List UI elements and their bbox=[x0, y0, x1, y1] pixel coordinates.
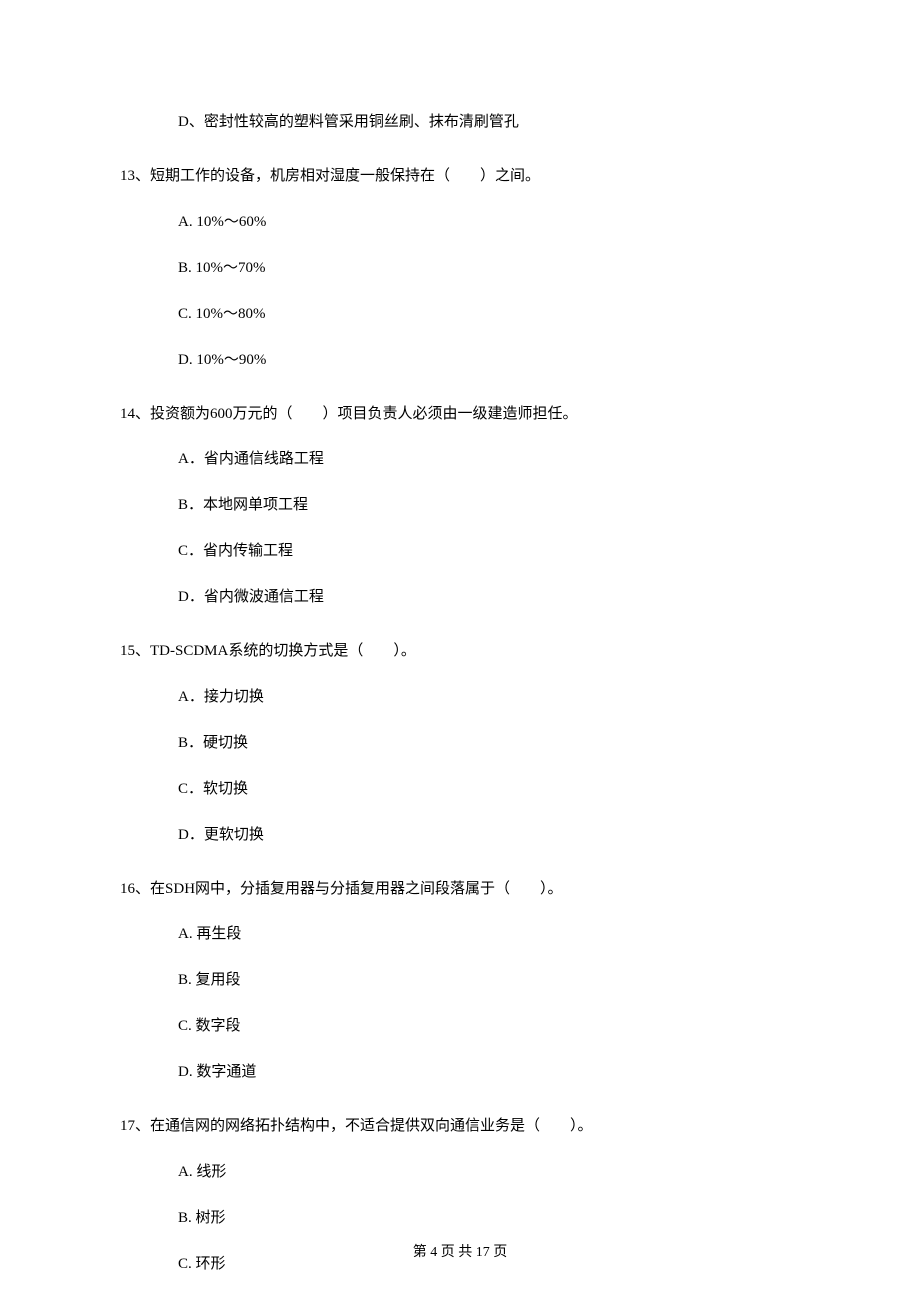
options-list: A．接力切换 B．硬切换 C．软切换 D．更软切换 bbox=[120, 685, 800, 847]
option-b: B. 复用段 bbox=[178, 968, 800, 992]
question-15: 15、TD-SCDMA系统的切换方式是（ ）。 A．接力切换 B．硬切换 C．软… bbox=[120, 639, 800, 847]
option-a: A. 10%～60% bbox=[178, 210, 800, 234]
option-c: C．省内传输工程 bbox=[178, 539, 800, 563]
question-number: 15、 bbox=[120, 643, 150, 659]
question-text: TD-SCDMA系统的切换方式是（ ）。 bbox=[150, 643, 416, 659]
question-stem: 17、在通信网的网络拓扑结构中，不适合提供双向通信业务是（ ）。 bbox=[120, 1114, 800, 1140]
question-text: 投资额为600万元的（ ）项目负责人必须由一级建造师担任。 bbox=[150, 406, 578, 422]
question-16: 16、在SDH网中，分插复用器与分插复用器之间段落属于（ ）。 A. 再生段 B… bbox=[120, 877, 800, 1085]
option-d: D. 10%～90% bbox=[178, 348, 800, 372]
page-footer: 第 4 页 共 17 页 bbox=[0, 1242, 920, 1264]
question-stem: 16、在SDH网中，分插复用器与分插复用器之间段落属于（ ）。 bbox=[120, 877, 800, 903]
option-d: D．更软切换 bbox=[178, 823, 800, 847]
orphan-option: D、密封性较高的塑料管采用铜丝刷、抹布清刷管孔 bbox=[120, 110, 800, 134]
question-text: 在通信网的网络拓扑结构中，不适合提供双向通信业务是（ ）。 bbox=[150, 1118, 593, 1134]
options-list: A. 再生段 B. 复用段 C. 数字段 D. 数字通道 bbox=[120, 922, 800, 1084]
option-a: A．省内通信线路工程 bbox=[178, 447, 800, 471]
option-a: A．接力切换 bbox=[178, 685, 800, 709]
question-number: 16、 bbox=[120, 881, 150, 897]
question-14: 14、投资额为600万元的（ ）项目负责人必须由一级建造师担任。 A．省内通信线… bbox=[120, 402, 800, 610]
question-text: 短期工作的设备，机房相对湿度一般保持在（ ）之间。 bbox=[150, 168, 540, 184]
option-b: B．硬切换 bbox=[178, 731, 800, 755]
question-number: 17、 bbox=[120, 1118, 150, 1134]
option-c: C. 数字段 bbox=[178, 1014, 800, 1038]
question-number: 14、 bbox=[120, 406, 150, 422]
option-d: D．省内微波通信工程 bbox=[178, 585, 800, 609]
page-content: D、密封性较高的塑料管采用铜丝刷、抹布清刷管孔 13、短期工作的设备，机房相对湿… bbox=[0, 0, 920, 1276]
option-c: C. 10%～80% bbox=[178, 302, 800, 326]
question-stem: 15、TD-SCDMA系统的切换方式是（ ）。 bbox=[120, 639, 800, 665]
options-list: A．省内通信线路工程 B．本地网单项工程 C．省内传输工程 D．省内微波通信工程 bbox=[120, 447, 800, 609]
question-text: 在SDH网中，分插复用器与分插复用器之间段落属于（ ）。 bbox=[150, 881, 563, 897]
question-13: 13、短期工作的设备，机房相对湿度一般保持在（ ）之间。 A. 10%～60% … bbox=[120, 164, 800, 372]
option-d: D. 数字通道 bbox=[178, 1060, 800, 1084]
options-list: A. 10%～60% B. 10%～70% C. 10%～80% D. 10%～… bbox=[120, 210, 800, 372]
option-b: B．本地网单项工程 bbox=[178, 493, 800, 517]
option-b: B. 树形 bbox=[178, 1206, 800, 1230]
option-a: A. 再生段 bbox=[178, 922, 800, 946]
option-text: D、密封性较高的塑料管采用铜丝刷、抹布清刷管孔 bbox=[178, 114, 519, 130]
page-number-text: 第 4 页 共 17 页 bbox=[413, 1245, 508, 1260]
option-c: C．软切换 bbox=[178, 777, 800, 801]
question-stem: 13、短期工作的设备，机房相对湿度一般保持在（ ）之间。 bbox=[120, 164, 800, 190]
option-a: A. 线形 bbox=[178, 1160, 800, 1184]
option-b: B. 10%～70% bbox=[178, 256, 800, 280]
question-number: 13、 bbox=[120, 168, 150, 184]
question-stem: 14、投资额为600万元的（ ）项目负责人必须由一级建造师担任。 bbox=[120, 402, 800, 428]
